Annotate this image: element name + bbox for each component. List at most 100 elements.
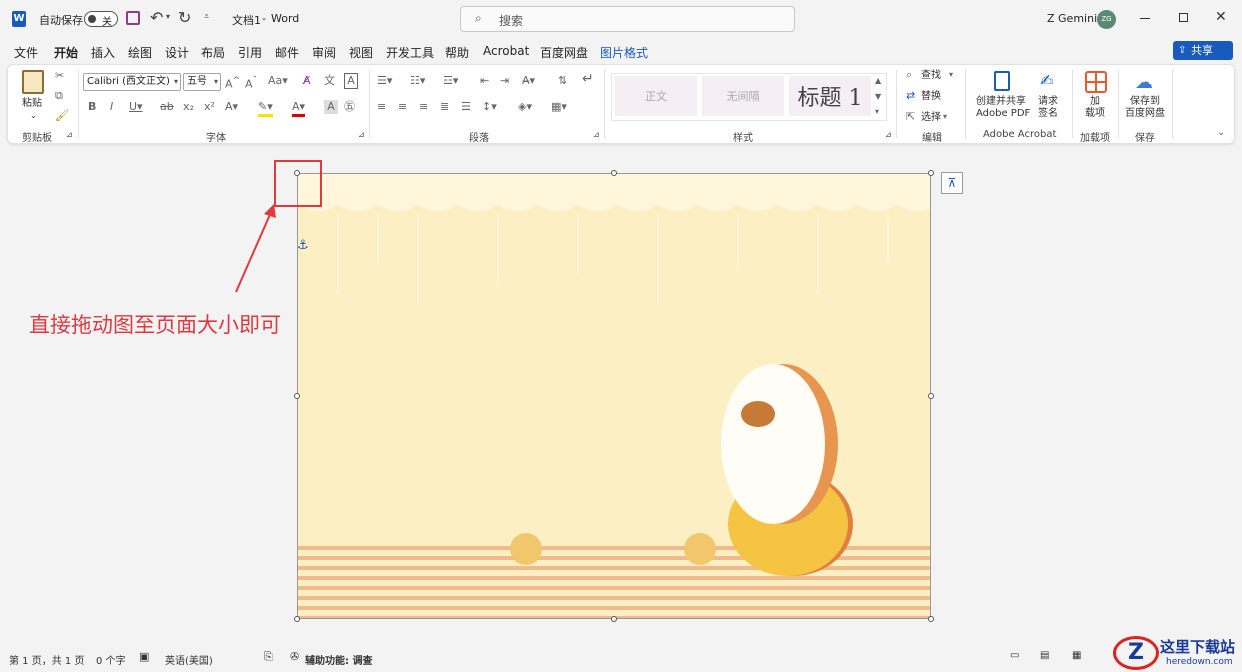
paste-button[interactable]: 粘贴 [22, 98, 42, 110]
clear-format-icon[interactable]: A̸ [303, 74, 311, 88]
paste-dropdown-icon[interactable]: ⌄ [30, 110, 37, 122]
tab-baidu[interactable]: 百度网盘 [540, 44, 588, 61]
align-right-icon[interactable]: ≡ [419, 100, 428, 114]
decrease-indent-icon[interactable]: ⇤ [480, 74, 489, 88]
paragraph-launcher-icon[interactable]: ⊿ [593, 130, 600, 139]
tab-acrobat[interactable]: Acrobat [483, 44, 529, 58]
tab-view[interactable]: 视图 [349, 44, 373, 61]
sort-icon[interactable]: ⇅ [558, 74, 567, 88]
show-marks-icon[interactable]: ↵ [582, 72, 594, 86]
close-icon[interactable]: ✕ [1215, 9, 1227, 25]
create-pdf-button-line2[interactable]: Adobe PDF [976, 108, 1030, 120]
italic-icon[interactable]: I [110, 100, 113, 114]
styles-up-icon[interactable]: ▲ [875, 74, 881, 88]
bullets-icon[interactable]: ☰▾ [377, 74, 392, 88]
accessibility-status[interactable]: 辅助功能: 调查 [305, 652, 372, 667]
baidu-cloud-icon[interactable]: ☁ [1135, 72, 1153, 93]
tab-home[interactable]: 开始 [54, 44, 79, 67]
request-sign-icon[interactable]: ✍ [1040, 71, 1056, 91]
proofing-icon[interactable]: ▣ [139, 650, 149, 663]
language-status[interactable]: 英语(美国) [165, 652, 213, 667]
page-count[interactable]: 第 1 页，共 1 页 [9, 652, 84, 667]
tab-review[interactable]: 审阅 [312, 44, 336, 61]
align-center-icon[interactable]: ≡ [398, 100, 407, 114]
search-box[interactable]: ⌕ 搜索 [460, 6, 795, 32]
focus-icon[interactable]: ▭ [1010, 650, 1019, 661]
font-size-select[interactable]: 五号 ▾ [183, 73, 221, 91]
user-name[interactable]: Z Gemini [1047, 12, 1097, 25]
save-icon[interactable] [126, 11, 140, 25]
customize-qat-icon[interactable]: ⩡ [204, 12, 209, 22]
pdf-icon[interactable] [994, 71, 1010, 91]
resize-handle[interactable] [611, 616, 617, 622]
increase-indent-icon[interactable]: ⇥ [500, 74, 509, 88]
enclose-char-icon[interactable]: ㊄ [344, 100, 355, 114]
font-name-select[interactable]: Calibri (西文正文) ▾ [83, 73, 181, 91]
replace-icon[interactable]: ⇄ [906, 89, 915, 103]
addins-button[interactable]: 加 [1090, 96, 1100, 108]
find-dropdown-icon[interactable]: ▾ [949, 68, 953, 82]
strikethrough-icon[interactable]: ab [160, 100, 174, 114]
minimize-icon[interactable] [1140, 18, 1150, 19]
format-painter-icon[interactable]: 🖌 [55, 109, 69, 123]
web-layout-icon[interactable]: ▦ [1072, 650, 1081, 661]
track-icon[interactable]: ⎘ [264, 650, 273, 664]
ribbon-collapse-icon[interactable]: ⌄ [1217, 126, 1225, 140]
share-button[interactable]: ⇪ 共享 [1173, 41, 1233, 60]
styles-down-icon[interactable]: ▼ [875, 90, 881, 104]
tab-picture-format[interactable]: 图片格式 [600, 44, 648, 61]
resize-handle[interactable] [611, 170, 617, 176]
tab-draw[interactable]: 绘图 [128, 44, 152, 61]
save-baidu-button-line2[interactable]: 百度网盘 [1125, 108, 1165, 120]
inserted-picture[interactable] [297, 173, 931, 619]
numbering-icon[interactable]: ☷▾ [410, 74, 425, 88]
justify-icon[interactable]: ≣ [440, 100, 449, 114]
resize-handle[interactable] [294, 393, 300, 399]
font-color-icon[interactable]: A▾ [292, 100, 306, 117]
tab-references[interactable]: 引用 [238, 44, 262, 61]
addins-button-line2[interactable]: 载项 [1085, 108, 1105, 120]
undo-dropdown-icon[interactable]: ▾ [166, 12, 170, 21]
change-case-icon[interactable]: Aa▾ [268, 74, 288, 88]
highlight-icon[interactable]: ✎▾ [258, 100, 273, 117]
tab-mailings[interactable]: 邮件 [275, 44, 299, 61]
undo-icon[interactable]: ↶ [150, 8, 163, 27]
text-effects-icon[interactable]: A▾ [225, 100, 238, 114]
accessibility-icon[interactable]: ✇ [290, 650, 299, 663]
tab-file[interactable]: 文件 [14, 44, 38, 61]
select-button[interactable]: 选择 [921, 112, 941, 124]
bold-icon[interactable]: B [88, 100, 96, 114]
resize-handle[interactable] [294, 616, 300, 622]
tab-developer[interactable]: 开发工具 [386, 44, 434, 61]
restore-icon[interactable] [1179, 13, 1188, 22]
word-count[interactable]: 0 个字 [96, 652, 126, 667]
find-button[interactable]: 查找 [921, 70, 941, 82]
print-layout-icon[interactable]: ▤ [1040, 650, 1049, 661]
char-shading-icon[interactable]: A [324, 100, 338, 114]
redo-icon[interactable]: ↻ [178, 8, 191, 27]
replace-button[interactable]: 替换 [921, 91, 941, 103]
request-sign-button-line2[interactable]: 签名 [1038, 108, 1058, 120]
styles-launcher-icon[interactable]: ⊿ [885, 130, 892, 139]
phonetic-guide-icon[interactable]: 文 [324, 74, 335, 88]
avatar[interactable]: ZG [1097, 10, 1116, 29]
distributed-icon[interactable]: ☰ [461, 100, 471, 114]
autosave-toggle[interactable]: 关 [84, 11, 118, 28]
underline-icon[interactable]: U▾ [129, 100, 143, 114]
subscript-icon[interactable]: x₂ [183, 100, 194, 114]
resize-handle[interactable] [928, 170, 934, 176]
font-launcher-icon[interactable]: ⊿ [358, 130, 365, 139]
resize-handle[interactable] [928, 393, 934, 399]
borders-icon[interactable]: ▦▾ [551, 100, 567, 114]
save-baidu-button[interactable]: 保存到 [1130, 96, 1160, 108]
multilevel-list-icon[interactable]: ☲▾ [443, 74, 458, 88]
line-spacing-icon[interactable]: ↕▾ [482, 100, 497, 114]
select-icon[interactable]: ⇱ [906, 110, 915, 124]
align-left-icon[interactable]: ≡ [377, 100, 386, 114]
resize-handle[interactable] [928, 616, 934, 622]
cut-icon[interactable]: ✂ [55, 69, 64, 83]
clipboard-launcher-icon[interactable]: ⊿ [66, 130, 73, 139]
tab-design[interactable]: 设计 [165, 44, 189, 61]
style-no-spacing[interactable]: 无间隔 [702, 76, 784, 116]
select-dropdown-icon[interactable]: ▾ [943, 110, 947, 124]
